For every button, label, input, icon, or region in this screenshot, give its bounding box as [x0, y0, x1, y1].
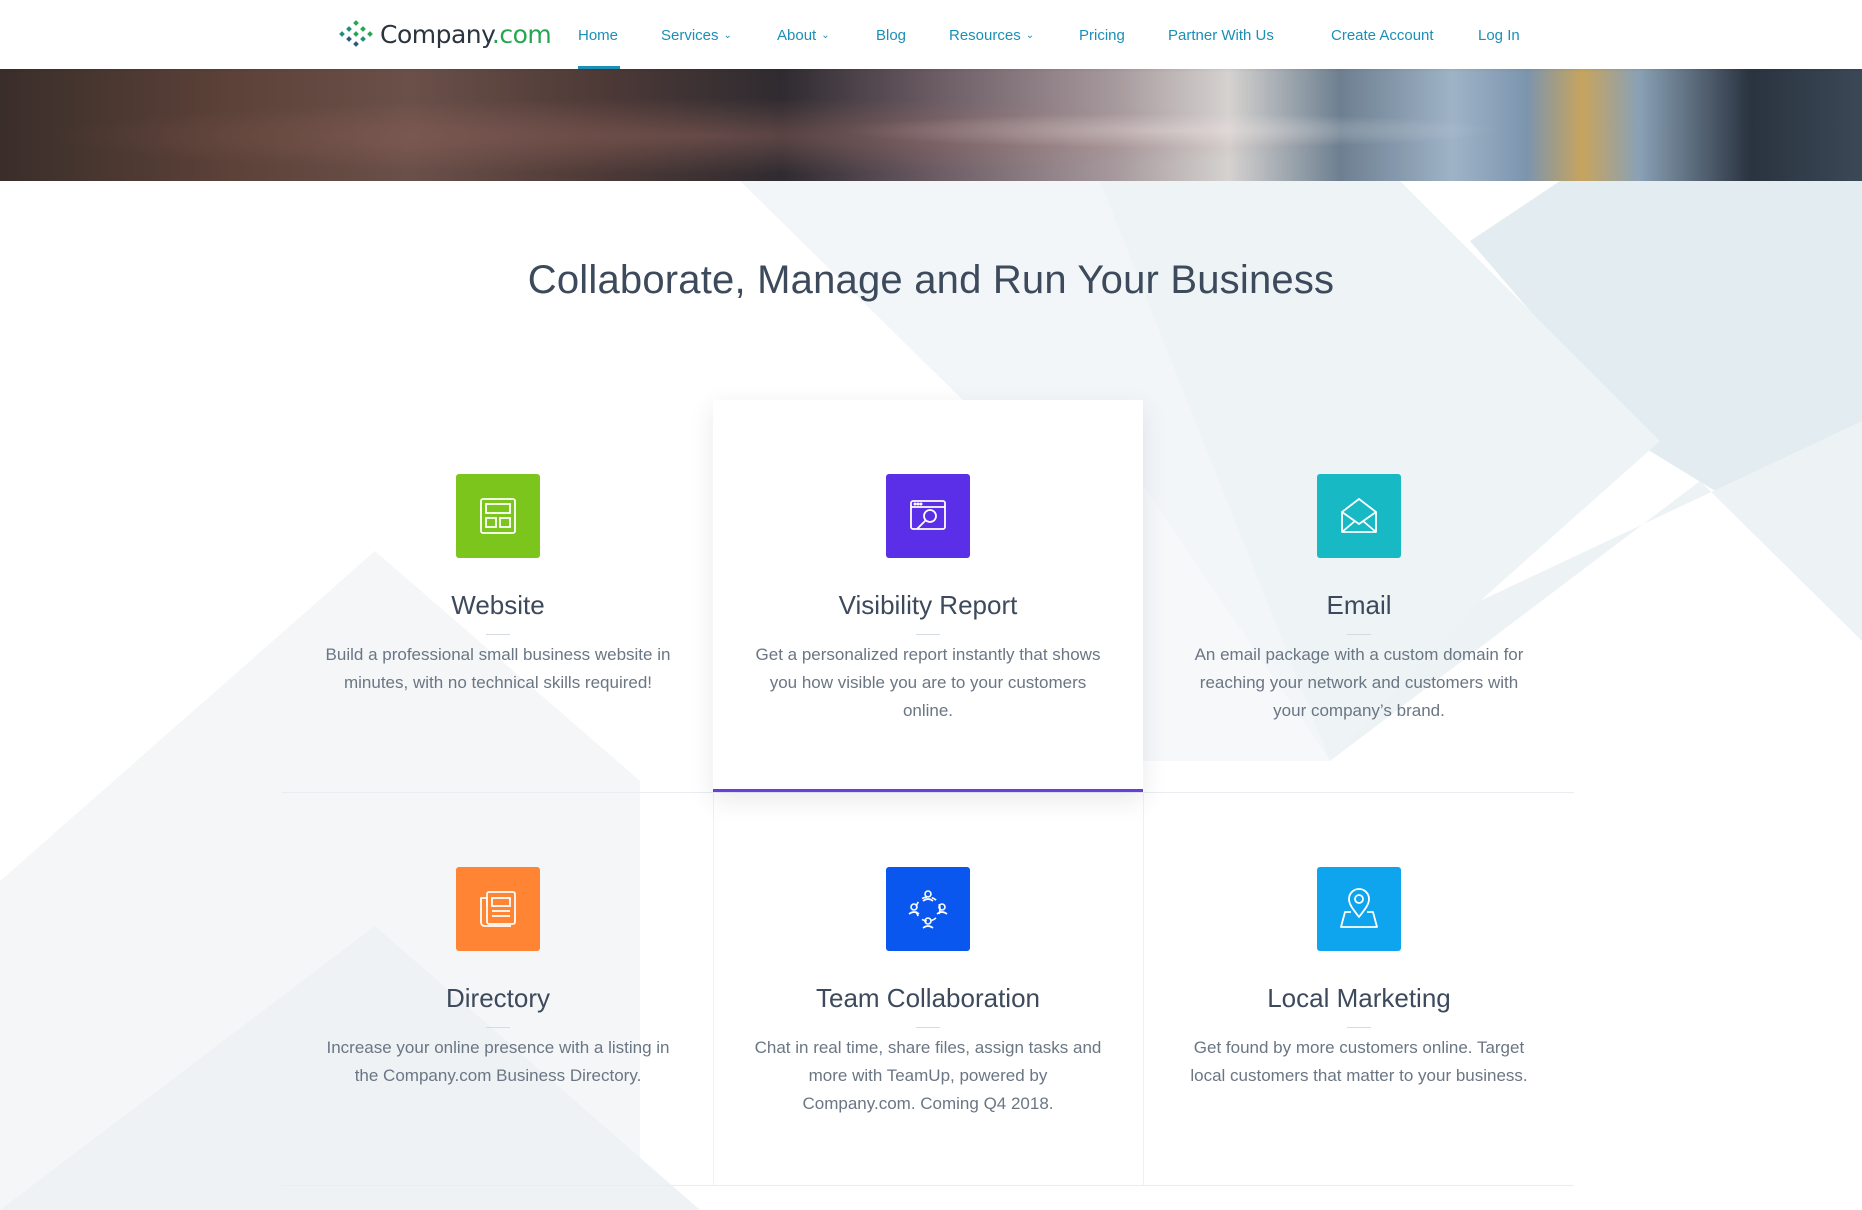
chevron-down-icon: ⌄: [723, 29, 732, 41]
main-nav: Home Services ⌄ About ⌄ Blog Resources ⌄ Pr…: [0, 0, 1862, 69]
visibility-report-icon: [886, 474, 970, 558]
envelope-icon: [1317, 474, 1401, 558]
active-nav-indicator: [578, 66, 620, 69]
feature-card-email[interactable]: Email An email package with a custom dom…: [1144, 400, 1574, 792]
card-description: Build a professional small business webs…: [325, 645, 671, 692]
nav-create-account-label: Create Account: [1331, 26, 1434, 44]
nav-home[interactable]: Home: [578, 22, 618, 48]
hero-image: [0, 69, 1862, 181]
card-title: Visibility Report: [838, 590, 1018, 620]
nav-partner[interactable]: Partner With Us: [1168, 22, 1274, 48]
nav-resources[interactable]: Resources ⌄: [949, 22, 1034, 48]
card-title: Email: [1326, 590, 1392, 620]
team-collaboration-icon: [886, 867, 970, 951]
nav-services[interactable]: Services ⌄: [661, 22, 732, 48]
nav-about-label: About: [777, 26, 817, 44]
card-title: Website: [451, 590, 545, 620]
section-title: Collaborate, Manage and Run Your Busines…: [527, 258, 1335, 302]
feature-card-visibility-report[interactable]: Visibility Report Get a personalized rep…: [713, 400, 1143, 792]
nav-blog-label: Blog: [876, 26, 907, 44]
card-title: Directory: [445, 983, 550, 1013]
directory-listing-icon: [456, 867, 540, 951]
card-divider: [916, 634, 940, 635]
nav-services-label: Services: [661, 26, 719, 44]
nav-about[interactable]: About ⌄: [777, 22, 830, 48]
nav-blog[interactable]: Blog: [876, 22, 906, 48]
card-title: Team Collaboration: [815, 983, 1040, 1013]
nav-pricing[interactable]: Pricing: [1079, 22, 1125, 48]
feature-grid: Website Build a professional small busin…: [282, 400, 1574, 1186]
card-title: Local Marketing: [1267, 983, 1451, 1013]
card-description: Increase your online presence with a lis…: [326, 1038, 670, 1085]
feature-card-local-marketing[interactable]: Local Marketing Get found by more custom…: [1144, 793, 1574, 1185]
map-pin-icon: [1317, 867, 1401, 951]
card-description: Get a personalized report instantly that…: [755, 645, 1101, 720]
chevron-down-icon: ⌄: [1025, 29, 1035, 41]
nav-home-label: Home: [578, 26, 619, 44]
chevron-down-icon: ⌄: [821, 29, 830, 41]
card-divider: [486, 634, 510, 635]
website-layout-icon: [456, 474, 540, 558]
card-divider: [1347, 1027, 1371, 1028]
card-description: An email package with a custom domain fo…: [1194, 645, 1524, 720]
grid-divider: [282, 1185, 1574, 1186]
nav-pricing-label: Pricing: [1079, 26, 1125, 44]
card-description: Get found by more customers online. Targ…: [1190, 1038, 1528, 1085]
feature-card-website[interactable]: Website Build a professional small busin…: [283, 400, 713, 792]
nav-log-in[interactable]: Log In: [1478, 22, 1520, 48]
card-divider: [486, 1027, 510, 1028]
nav-partner-label: Partner With Us: [1168, 26, 1274, 44]
feature-card-directory[interactable]: Directory Increase your online presence …: [283, 793, 713, 1185]
nav-create-account[interactable]: Create Account: [1331, 22, 1434, 48]
card-divider: [916, 1027, 940, 1028]
site-header: Company.com Home Services ⌄ About ⌄ Blog R…: [0, 0, 1862, 69]
card-description: Chat in real time, share files, assign t…: [754, 1038, 1102, 1113]
nav-log-in-label: Log In: [1478, 26, 1520, 44]
feature-card-team-collaboration[interactable]: Team Collaboration Chat in real time, sh…: [713, 793, 1143, 1185]
card-divider: [1347, 634, 1371, 635]
nav-resources-label: Resources: [949, 26, 1021, 44]
